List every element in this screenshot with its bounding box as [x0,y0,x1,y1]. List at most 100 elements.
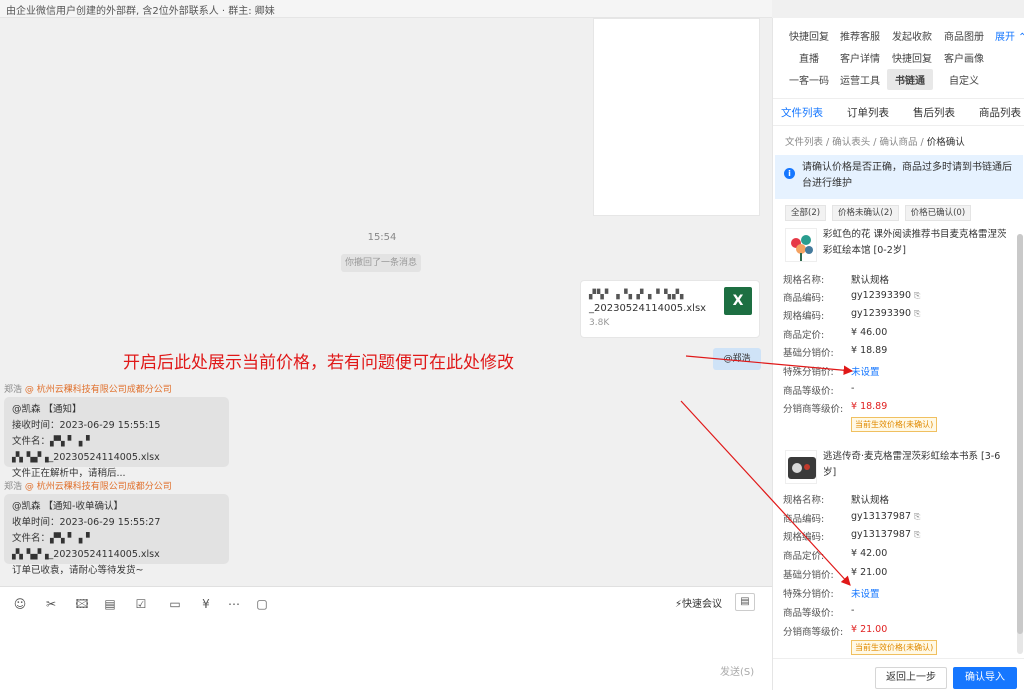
image-icon[interactable]: 🖾 [72,595,92,613]
product-title: 逃逃传奇·麦克格雷涅茨彩虹绘本书系 [3-6岁] [823,451,1001,478]
send-button[interactable]: 发送(S) [720,663,754,678]
breadcrumb-path[interactable]: 文件列表 / 确认表头 / 确认商品 / [785,137,927,148]
product-code-value: gy13137987 ⎘ [851,511,920,522]
tool-collect-payment[interactable]: 发起收款 [892,28,932,43]
field-label: 规格编码: [783,311,825,322]
field-label: 商品等级价: [783,386,834,397]
field-label: 规格名称: [783,495,825,506]
file-name-blurred: ▞▚▘▗▝▖▞▗ ▘▚▞▖ [589,290,688,300]
info-icon: i [784,168,795,179]
product-code-row: 商品编码: gy12393390 ⎘ [783,290,920,304]
tool-operations[interactable]: 运营工具 [840,72,880,87]
app-window: 由企业微信用户创建的外部群, 含2位外部联系人 · 群主: 卿妹 15:54 你… [0,0,1024,690]
sender-company: @ 杭州云稞科技有限公司成都分公司 [24,385,172,395]
list-price-row: 商品定价: ¥ 46.00 [783,327,887,341]
field-label: 商品等级价: [783,608,834,619]
spec-name-row: 规格名称: 默认规格 [783,492,889,506]
folder-icon[interactable]: ▭ [162,595,188,613]
confirm-import-button[interactable]: 确认导入 [953,667,1017,689]
side-panel: 快捷回复 推荐客服 发起收款 商品图册 展开 ⌃ 直播 客户详情 快捷回复 客户… [772,18,1024,690]
price-status-badge: 当前生效价格(未确认) [851,640,938,655]
tool-shulian[interactable]: 书链通 [887,69,933,90]
annotation-text: 开启后此处展示当前价格，若有问题便可在此处修改 [123,353,514,373]
special-price-row: 特殊分销价: 未设置 [783,586,880,600]
tool-product-album[interactable]: 商品图册 [944,28,984,43]
field-label: 商品编码: [783,293,825,304]
tab-aftersale-list[interactable]: 售后列表 [913,105,955,120]
more-icon[interactable]: ⋯ [224,595,244,613]
tab-order-list[interactable]: 订单列表 [847,105,889,120]
scrollbar[interactable] [1017,234,1023,654]
dist-tier-price-row: 分销商等级价: ¥ 21.00 [783,624,887,638]
product-thumbnail [785,228,817,262]
image-message-preview[interactable] [593,18,760,216]
record-icon[interactable]: ▤ [735,593,755,611]
screenshot-icon[interactable]: ✂ [38,595,64,613]
back-button[interactable]: 返回上一步 [875,667,947,689]
list-price-value: ¥ 46.00 [851,327,888,338]
footer-actions: 返回上一步 确认导入 [773,658,1024,690]
message-line: @凯森 【通知-收单确认】 [12,501,123,512]
copy-icon[interactable]: ⎘ [914,530,920,540]
price-status-badge: 当前生效价格(未确认) [851,417,938,432]
tool-recommend-service[interactable]: 推荐客服 [840,28,880,43]
spec-code-row: 规格编码: gy13137987 ⎘ [783,529,920,543]
file-size: 3.8K [589,318,610,328]
document-icon[interactable]: ▤ [100,595,120,613]
tool-grid: 快捷回复 推荐客服 发起收款 商品图册 展开 ⌃ 直播 客户详情 快捷回复 客户… [773,18,1024,94]
file-message[interactable]: ▞▚▘▗▝▖▞▗ ▘▚▞▖ _20230524114005.xlsx 3.8K … [580,280,760,338]
breadcrumb: 文件列表 / 确认表头 / 确认商品 / 价格确认 [785,134,965,148]
message-sender: 郑浩 @ 杭州云稞科技有限公司成都分公司 [4,382,172,395]
field-label: 商品编码: [783,514,825,525]
tool-custom[interactable]: 自定义 [949,72,979,87]
tool-customer-portrait[interactable]: 客户画像 [944,50,984,65]
tool-one-customer-code[interactable]: 一客一码 [789,72,829,87]
mention-tag[interactable]: @郑浩 [713,348,761,370]
field-label: 规格编码: [783,532,825,543]
code-text: gy12393390 [851,308,912,319]
message-composer[interactable]: ☺ ✂ 🖾 ▤ ☑ ▭ ¥ ⋯ ▢ ⚡快速会议 ▤ 发送(S) [0,586,772,690]
product-card: 逃逃传奇·麦克格雷涅茨彩虹绘本书系 [3-6岁] 规格名称: 默认规格 商品编码:… [773,444,1017,658]
filter-confirmed[interactable]: 价格已确认(0) [904,205,972,221]
tool-quick-reply-2[interactable]: 快捷回复 [892,50,932,65]
base-price-value: ¥ 21.00 [851,567,888,578]
scroll-thumb[interactable] [1017,234,1023,634]
field-label: 特殊分销价: [783,589,834,600]
copy-icon[interactable]: ⎘ [914,309,920,319]
special-price-link[interactable]: 未设置 [851,364,880,378]
todo-icon[interactable]: ☑ [128,595,154,613]
spec-name-value: 默认规格 [851,275,890,286]
tool-customer-details[interactable]: 客户详情 [840,50,880,65]
filter-unconfirmed[interactable]: 价格未确认(2) [832,205,899,221]
message-bubble[interactable]: @凯森 【通知】 接收时间：2023-06-29 15:55:15 文件名：▞▚… [4,397,229,479]
filter-all[interactable]: 全部(2) [785,205,827,221]
quick-meeting-button[interactable]: ⚡快速会议 [675,595,722,610]
message-line: 文件名：▞▚ ▘▗▝ ▞▖▚▞▗_20230524114005.xlsx [12,533,160,560]
expand-button[interactable]: 展开 ⌃ [995,28,1024,43]
tab-product-list[interactable]: 商品列表 [979,105,1021,120]
tool-quick-reply[interactable]: 快捷回复 [789,28,829,43]
product-list[interactable]: 彩虹色的花 课外阅读推荐书目麦克格雷涅茨彩虹绘本馆 [0-2岁] 规格名称: 默认… [773,224,1017,658]
special-price-link[interactable]: 未设置 [851,586,880,600]
sender-company: @ 杭州云稞科技有限公司成都分公司 [24,482,172,492]
list-price-value: ¥ 42.00 [851,548,888,559]
copy-icon[interactable]: ⎘ [914,512,920,522]
list-price-row: 商品定价: ¥ 42.00 [783,548,887,562]
chat-message-area[interactable]: 15:54 你撤回了一条消息 ▞▚▘▗▝▖▞▗ ▘▚▞▖ _2023052411… [0,18,772,586]
payment-icon[interactable]: ¥ [196,595,216,613]
spec-code-value: gy13137987 ⎘ [851,529,920,540]
dist-tier-price-value: ¥ 21.00 [851,624,888,635]
field-label: 商品定价: [783,330,825,341]
tool-live[interactable]: 直播 [799,50,819,65]
code-text: gy13137987 [851,529,912,540]
tab-file-list[interactable]: 文件列表 [781,105,823,120]
message-bubble[interactable]: @凯森 【通知-收单确认】 收单时间：2023-06-29 15:55:27 文… [4,494,229,576]
excel-file-icon: X [724,287,752,315]
chat-history-icon[interactable]: ▢ [252,595,272,613]
emoji-icon[interactable]: ☺ [10,595,30,613]
message-line: 文件名：▞▚ ▘▗▝ ▞▖▚▞▗_20230524114005.xlsx [12,436,160,463]
code-text: gy13137987 [851,511,912,522]
copy-icon[interactable]: ⎘ [914,291,920,301]
message-sender: 郑浩 @ 杭州云稞科技有限公司成都分公司 [4,479,172,492]
field-label: 商品定价: [783,551,825,562]
